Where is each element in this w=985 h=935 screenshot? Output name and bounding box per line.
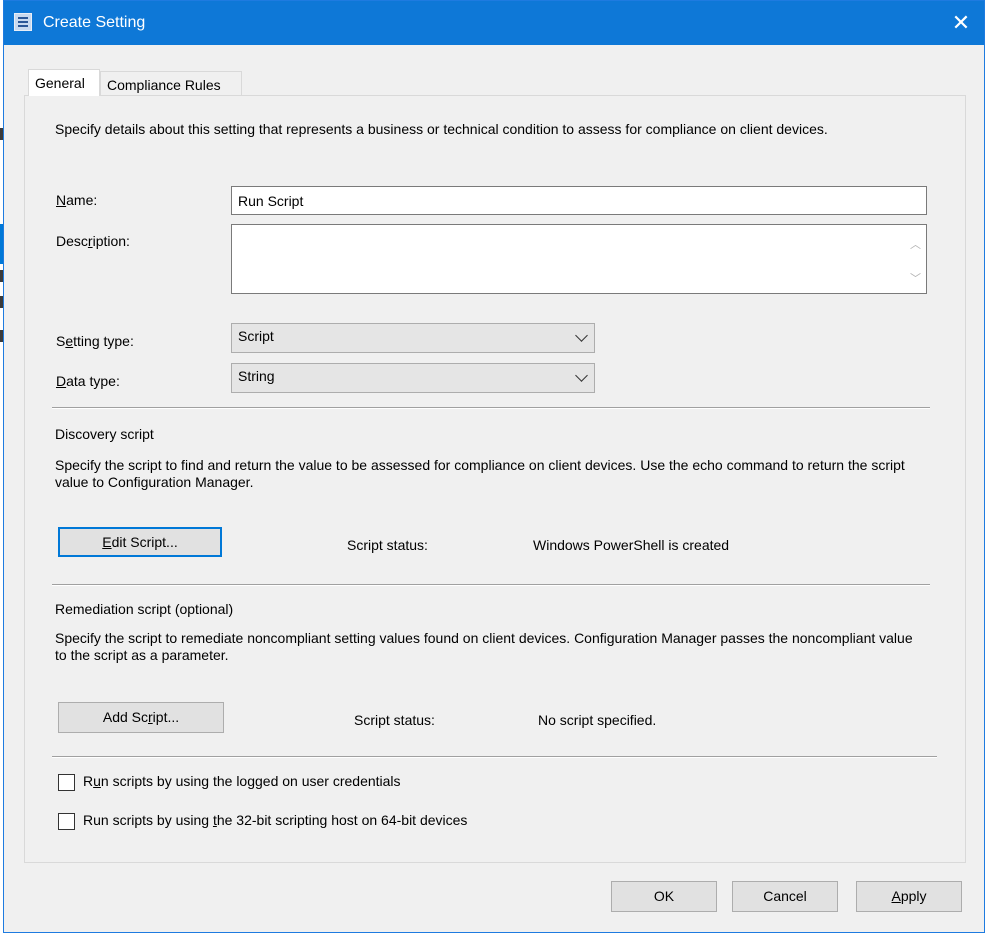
scroll-down-icon[interactable]: ﹀: [910, 270, 921, 286]
setting-type-value: Script: [238, 328, 274, 344]
apply-button[interactable]: Apply: [856, 881, 962, 912]
ok-button[interactable]: OK: [611, 881, 717, 912]
cancel-button[interactable]: Cancel: [732, 881, 838, 912]
separator: [52, 407, 930, 409]
add-script-label: Add Script...: [102, 709, 180, 725]
close-icon[interactable]: ✕: [938, 1, 984, 45]
data-type-value: String: [238, 368, 275, 384]
name-label: Name:: [56, 192, 98, 208]
remediation-heading: Remediation script (optional): [55, 601, 234, 617]
discovery-heading: Discovery script: [55, 426, 154, 442]
chevron-down-icon: [575, 329, 588, 342]
discovery-status-label: Script status:: [347, 537, 428, 553]
remediation-description: Specify the script to remediate noncompl…: [55, 630, 913, 663]
discovery-description: Specify the script to find and return th…: [55, 457, 905, 490]
cancel-label: Cancel: [763, 888, 807, 904]
tab-compliance-rules[interactable]: Compliance Rules: [100, 71, 242, 95]
app-icon: [14, 13, 32, 31]
apply-label: Apply: [891, 888, 927, 904]
ok-label: OK: [653, 888, 675, 904]
setting-type-select[interactable]: Script: [231, 323, 595, 353]
tab-general-label: General: [35, 75, 85, 91]
separator: [52, 584, 930, 586]
create-setting-dialog: Create Setting ✕ General Compliance Rule…: [3, 0, 985, 933]
setting-type-label: Setting type:: [56, 333, 134, 349]
32bit-host-label[interactable]: Run scripts by using the 32-bit scriptin…: [83, 812, 467, 829]
tab-compliance-rules-label: Compliance Rules: [107, 77, 221, 93]
data-type-label: Data type:: [56, 373, 120, 389]
description-scrollbar[interactable]: ︿ ﹀: [907, 226, 925, 292]
logged-on-user-checkbox[interactable]: [58, 774, 75, 791]
32bit-host-checkbox[interactable]: [58, 813, 75, 830]
name-input[interactable]: [231, 186, 927, 215]
remediation-status-value: No script specified.: [538, 712, 657, 728]
intro-text: Specify details about this setting that …: [55, 121, 828, 137]
title-bar: Create Setting ✕: [4, 1, 984, 45]
description-label: Description:: [56, 233, 130, 249]
scroll-up-icon[interactable]: ︿: [910, 236, 921, 252]
edit-script-label: Edit Script...: [102, 534, 178, 550]
add-script-button[interactable]: Add Script...: [58, 702, 224, 733]
logged-on-user-label[interactable]: Run scripts by using the logged on user …: [83, 773, 401, 790]
discovery-status-value: Windows PowerShell is created: [533, 537, 730, 553]
edit-script-button[interactable]: Edit Script...: [58, 527, 222, 557]
separator: [52, 756, 937, 758]
chevron-down-icon: [575, 369, 588, 382]
window-title: Create Setting: [43, 14, 146, 31]
tab-general[interactable]: General: [28, 69, 100, 96]
description-textarea[interactable]: ︿ ﹀: [231, 224, 927, 294]
data-type-select[interactable]: String: [231, 363, 595, 393]
remediation-status-label: Script status:: [354, 712, 435, 728]
